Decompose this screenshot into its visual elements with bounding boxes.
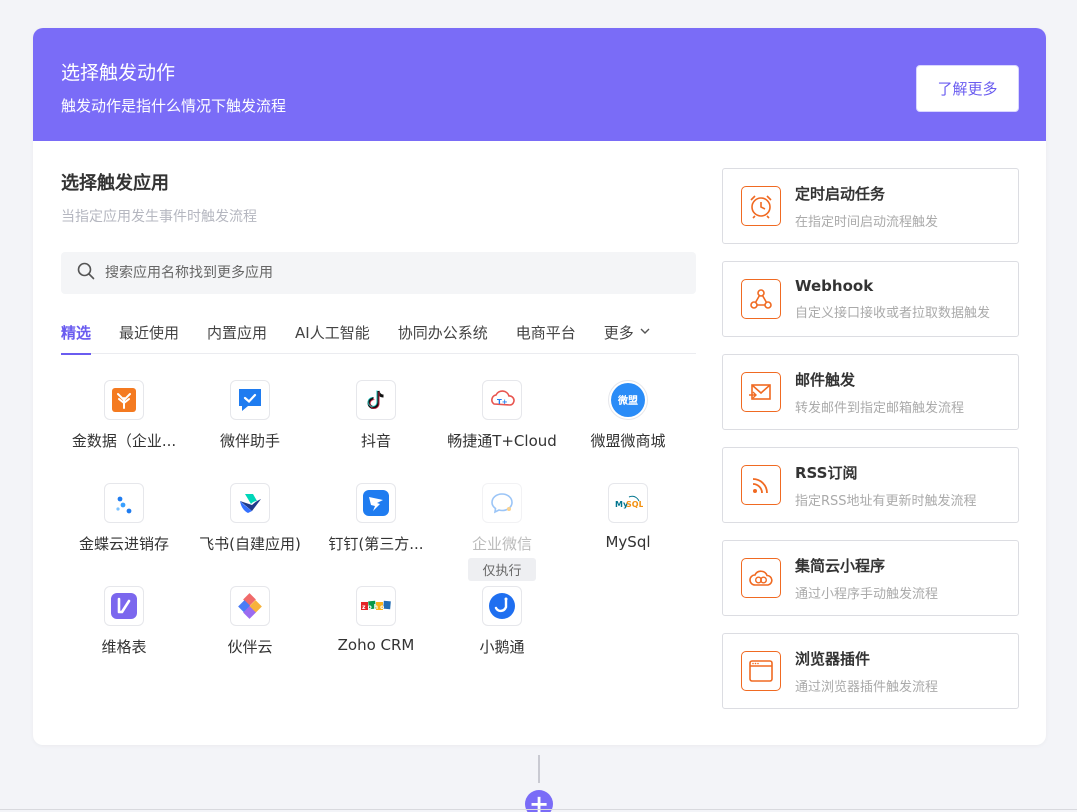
- mail-icon: [741, 372, 781, 412]
- trigger-scheduled[interactable]: 定时启动任务 在指定时间启动流程触发: [722, 168, 1019, 244]
- trigger-webhook[interactable]: Webhook 自定义接口接收或者拉取数据触发: [722, 261, 1019, 337]
- kingdee-icon: [104, 483, 144, 523]
- browser-icon: [741, 651, 781, 691]
- app-name: 畅捷通T+Cloud: [447, 432, 557, 450]
- tab-ai[interactable]: AI人工智能: [295, 312, 370, 354]
- app-item-feishu[interactable]: 飞书(自建应用): [187, 483, 313, 586]
- tab-builtin[interactable]: 内置应用: [207, 312, 267, 354]
- search-bar: [61, 252, 696, 294]
- vika-icon: [104, 586, 144, 626]
- app-grid: 金数据（企业... 微伴助手 抖音 T+ 畅捷通T+Cloud 微盟 微盟微商城…: [61, 380, 696, 689]
- tab-ecommerce[interactable]: 电商平台: [516, 312, 576, 354]
- divider: [0, 809, 1077, 810]
- trigger-name: 定时启动任务: [795, 184, 886, 203]
- app-name: 企业微信: [471, 535, 532, 553]
- xiaoetong-icon: [482, 586, 522, 626]
- mysql-icon: My SQL: [608, 483, 648, 523]
- trigger-desc: 通过小程序手动触发流程: [795, 586, 939, 602]
- tab-recent[interactable]: 最近使用: [119, 312, 179, 354]
- alarm-clock-icon: [741, 186, 781, 226]
- header-banner: 选择触发动作 触发动作是指什么情况下触发流程 了解更多: [33, 28, 1046, 141]
- app-name: 微伴助手: [219, 432, 280, 450]
- trigger-desc: 在指定时间启动流程触发: [795, 214, 939, 230]
- trigger-name: 集简云小程序: [795, 556, 886, 575]
- chanjet-icon: T+: [482, 380, 522, 420]
- weiban-icon: [230, 380, 270, 420]
- app-name: 金数据（企业...: [71, 432, 177, 450]
- learn-more-button[interactable]: 了解更多: [916, 65, 1019, 112]
- wecom-icon: [482, 483, 522, 523]
- dingtalk-icon: [356, 483, 396, 523]
- app-item-zoho[interactable]: z o h o Zoho CRM: [313, 586, 439, 689]
- app-name: 小鹅通: [479, 638, 525, 656]
- zoho-icon: z o h o: [356, 586, 396, 626]
- app-name: 金蝶云进销存: [78, 535, 169, 553]
- app-item-chanjet[interactable]: T+ 畅捷通T+Cloud: [439, 380, 565, 483]
- search-input[interactable]: [105, 265, 665, 281]
- svg-text:z o h o: z o h o: [362, 604, 384, 611]
- app-name: Zoho CRM: [337, 636, 415, 654]
- trigger-desc: 通过浏览器插件触发流程: [795, 679, 939, 695]
- trigger-rss[interactable]: RSS订阅 指定RSS地址有更新时触发流程: [722, 447, 1019, 523]
- feishu-icon: [230, 483, 270, 523]
- apps-section-title: 选择触发应用: [61, 173, 169, 194]
- tab-more[interactable]: 更多: [604, 312, 651, 354]
- trigger-mini-program[interactable]: 集简云小程序 通过小程序手动触发流程: [722, 540, 1019, 616]
- flow-connector-line: [538, 755, 540, 783]
- app-item-huoban[interactable]: 伙伴云: [187, 586, 313, 689]
- execute-only-badge: 仅执行: [468, 558, 536, 581]
- trigger-name: 邮件触发: [795, 370, 856, 389]
- svg-text:SQL: SQL: [626, 500, 643, 509]
- app-item-wecom[interactable]: 企业微信 仅执行: [439, 483, 565, 586]
- trigger-desc: 指定RSS地址有更新时触发流程: [795, 493, 977, 509]
- douyin-icon: [356, 380, 396, 420]
- webhook-icon: [741, 279, 781, 319]
- search-icon: [77, 262, 95, 284]
- tab-office[interactable]: 协同办公系统: [398, 312, 488, 354]
- app-item-weiban[interactable]: 微伴助手: [187, 380, 313, 483]
- app-name: MySql: [605, 533, 651, 551]
- trigger-browser-plugin[interactable]: 浏览器插件 通过浏览器插件触发流程: [722, 633, 1019, 709]
- app-name: 维格表: [101, 638, 147, 656]
- tab-featured[interactable]: 精选: [61, 312, 92, 355]
- builtin-triggers: 定时启动任务 在指定时间启动流程触发 Webhook 自定义接口接收或者拉取数据…: [722, 168, 1019, 726]
- app-name: 飞书(自建应用): [199, 535, 301, 553]
- weimob-icon: 微盟: [608, 380, 648, 420]
- trigger-selector-card: 选择触发动作 触发动作是指什么情况下触发流程 了解更多 选择触发应用 当指定应用…: [33, 28, 1046, 745]
- app-item-kingdee[interactable]: 金蝶云进销存: [61, 483, 187, 586]
- app-item-jinshuju[interactable]: 金数据（企业...: [61, 380, 187, 483]
- app-name: 微盟微商城: [590, 432, 666, 450]
- app-item-weimob[interactable]: 微盟 微盟微商城: [565, 380, 691, 483]
- app-name: 伙伴云: [227, 638, 273, 656]
- trigger-desc: 自定义接口接收或者拉取数据触发: [795, 306, 991, 321]
- banner-title: 选择触发动作: [61, 62, 176, 84]
- category-tabs: 精选 最近使用 内置应用 AI人工智能 协同办公系统 电商平台 更多: [61, 312, 696, 355]
- app-item-vika[interactable]: 维格表: [61, 586, 187, 689]
- tab-more-label: 更多: [603, 324, 634, 342]
- trigger-name: RSS订阅: [795, 463, 858, 482]
- cloud-icon: [741, 558, 781, 598]
- huoban-icon: [230, 586, 270, 626]
- app-item-douyin[interactable]: 抖音: [313, 380, 439, 483]
- app-name: 抖音: [360, 432, 391, 450]
- trigger-desc: 转发邮件到指定邮箱触发流程: [795, 400, 965, 416]
- rss-icon: [741, 465, 781, 505]
- apps-section: 选择触发应用 当指定应用发生事件时触发流程 精选 最近使用 内置应用 AI人工智…: [61, 169, 696, 689]
- app-item-xiaoetong[interactable]: 小鹅通: [439, 586, 565, 689]
- svg-text:微盟: 微盟: [617, 394, 638, 407]
- trigger-name: Webhook: [795, 277, 874, 295]
- app-name: 钉钉(第三方...: [328, 535, 424, 553]
- app-item-mysql[interactable]: My SQL MySql: [565, 483, 691, 586]
- app-item-dingtalk[interactable]: 钉钉(第三方...: [313, 483, 439, 586]
- trigger-email[interactable]: 邮件触发 转发邮件到指定邮箱触发流程: [722, 354, 1019, 430]
- apps-section-subtitle: 当指定应用发生事件时触发流程: [61, 209, 257, 225]
- banner-subtitle: 触发动作是指什么情况下触发流程: [61, 97, 287, 115]
- jinshuju-icon: [104, 380, 144, 420]
- chevron-down-icon: [639, 323, 651, 341]
- trigger-name: 浏览器插件: [795, 649, 871, 668]
- svg-text:T+: T+: [497, 398, 508, 406]
